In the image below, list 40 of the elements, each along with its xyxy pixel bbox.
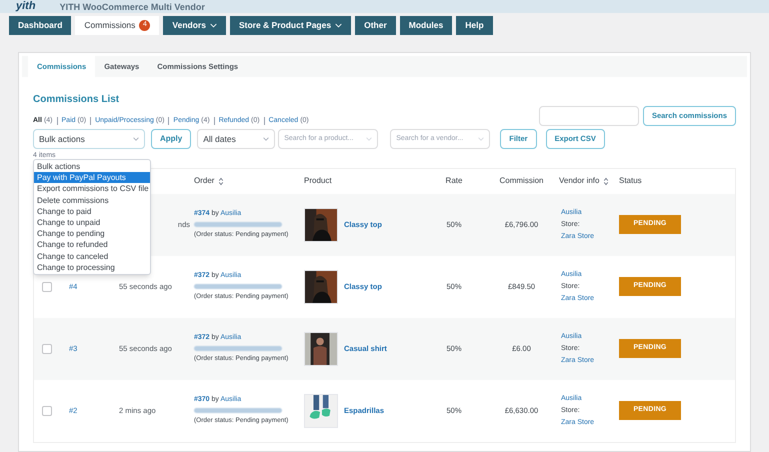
page-heading: Commissions List	[33, 93, 120, 107]
column-header: Rate	[446, 175, 462, 187]
chevron-down-icon	[335, 23, 342, 28]
menu-option[interactable]: Change to unpaid	[34, 216, 150, 228]
column-header: Status	[619, 175, 642, 187]
column-header: Vendor info	[559, 175, 600, 187]
row-checkbox[interactable]	[42, 344, 52, 354]
nav-tab[interactable]: Modules	[400, 16, 452, 35]
row-checkbox[interactable]	[42, 282, 52, 292]
chevron-down-icon	[210, 23, 217, 28]
row-checkbox[interactable]	[42, 406, 52, 416]
menu-option[interactable]: Change to processing	[34, 262, 150, 273]
column-header: Product	[304, 175, 332, 187]
sort-icon	[603, 176, 610, 186]
date-select[interactable]: All dates	[197, 129, 276, 149]
nav-tab[interactable]: Other	[355, 16, 396, 35]
search-field[interactable]	[538, 106, 639, 126]
menu-option[interactable]: Change to paid	[34, 206, 150, 217]
bulk-actions-select[interactable]: Bulk actions	[33, 129, 145, 149]
sort-icon	[218, 176, 224, 186]
apply-button[interactable]: Apply	[151, 129, 192, 149]
menu-option[interactable]: Pay with PayPal Payouts	[34, 172, 150, 184]
nav-tab[interactable]: Store & Product Pages	[230, 16, 352, 35]
column-header: Commission	[499, 175, 544, 187]
menu-option[interactable]: Export commissions to CSV file	[34, 183, 150, 195]
menu-option[interactable]: Change to canceled	[34, 250, 150, 262]
chevron-down-icon	[133, 137, 139, 141]
column-header: Order	[194, 175, 214, 187]
nav-tab[interactable]: Vendors	[163, 16, 226, 35]
menu-option[interactable]: Delete commissions	[34, 194, 150, 206]
chevron-down-icon	[366, 137, 372, 141]
nav-tab[interactable]: Dashboard	[9, 16, 72, 35]
menu-option[interactable]: Bulk actions	[34, 161, 150, 172]
logo: yith	[16, 1, 36, 12]
plugin-title: YITH WooCommerce Multi Vendor	[60, 2, 205, 12]
menu-option[interactable]: Change to pending	[34, 228, 150, 240]
menu-option[interactable]: Change to refunded	[34, 239, 150, 250]
nav-tab[interactable]: Help	[456, 16, 493, 35]
chevron-down-icon	[478, 137, 484, 141]
chevron-down-icon	[263, 137, 270, 141]
